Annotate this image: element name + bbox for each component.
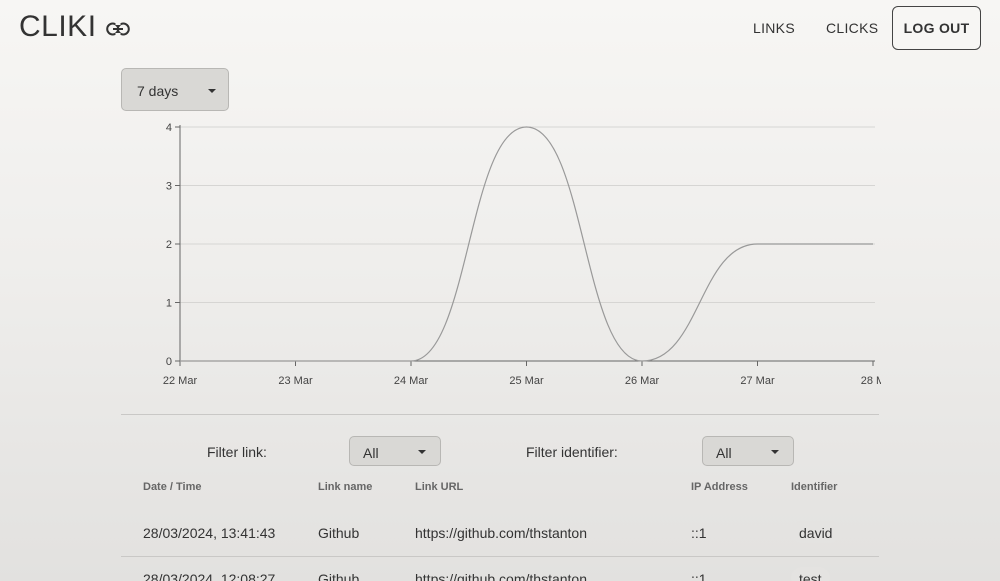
logo-text: CLIKI <box>19 10 97 43</box>
filter-link-select[interactable]: All <box>349 436 441 466</box>
filter-identifier-select[interactable]: All <box>702 436 794 466</box>
logout-button[interactable]: LOG OUT <box>892 6 981 50</box>
x-tick-label: 23 Mar <box>278 375 313 387</box>
filter-link-label: Filter link: <box>207 444 267 460</box>
x-tick-label: 25 Mar <box>509 375 544 387</box>
cell-link-url: https://github.com/thstanton <box>415 525 587 541</box>
range-select[interactable]: 7 days <box>121 68 229 111</box>
x-tick-label: 27 Mar <box>740 375 775 387</box>
y-tick-label: 0 <box>166 356 172 368</box>
x-tick-label: 24 Mar <box>394 375 429 387</box>
y-tick-label: 1 <box>166 298 172 310</box>
column-header-datetime: Date / Time <box>143 481 202 493</box>
clicks-chart: 0 1 2 3 4 22 Mar 23 Mar 24 Mar 25 Mar 26 Mar 27 Ma… <box>121 115 881 395</box>
y-tick-label: 2 <box>166 239 172 251</box>
cell-ip: ::1 <box>691 571 707 581</box>
y-tick-label: 3 <box>166 181 172 193</box>
table-row[interactable]: 28/03/2024, 13:41:43 Github https://gith… <box>121 513 879 559</box>
row-divider <box>121 556 879 557</box>
header: CLIKI LINKS CLICKS LOG OUT <box>0 0 1000 56</box>
cell-datetime: 28/03/2024, 13:41:43 <box>143 525 276 541</box>
chevron-down-icon <box>418 450 426 454</box>
column-header-link-name: Link name <box>318 481 373 493</box>
column-header-ip: IP Address <box>691 481 748 493</box>
nav-links[interactable]: LINKS <box>753 20 795 36</box>
divider <box>121 414 879 415</box>
y-tick-label: 4 <box>166 122 172 134</box>
cell-ip: ::1 <box>691 525 707 541</box>
column-header-identifier: Identifier <box>791 481 838 493</box>
chevron-down-icon <box>208 89 216 93</box>
nav-clicks[interactable]: CLICKS <box>826 20 878 36</box>
identifier-chip: test <box>791 567 830 581</box>
identifier-chip: david <box>791 521 841 543</box>
filter-identifier-value: All <box>716 445 732 461</box>
link-icon <box>105 10 130 44</box>
filter-identifier-label: Filter identifier: <box>526 444 618 460</box>
logo[interactable]: CLIKI <box>19 10 130 44</box>
cell-datetime: 28/03/2024, 12:08:27 <box>143 571 276 581</box>
x-tick-label: 26 Mar <box>625 375 660 387</box>
chart-svg: 0 1 2 3 4 22 Mar 23 Mar 24 Mar 25 Mar 26 Mar 27 Ma… <box>163 122 881 387</box>
x-tick-label: 22 Mar <box>163 375 198 387</box>
table-row[interactable]: 28/03/2024, 12:08:27 Github https://gith… <box>121 559 879 581</box>
cell-link-url: https://github.com/thstanton <box>415 571 587 581</box>
chevron-down-icon <box>771 450 779 454</box>
cell-link-name: Github <box>318 571 360 581</box>
column-header-link-url: Link URL <box>415 481 464 493</box>
range-select-value: 7 days <box>137 83 179 99</box>
filter-link-value: All <box>363 445 379 461</box>
cell-link-name: Github <box>318 525 360 541</box>
x-tick-label: 28 M <box>861 375 881 387</box>
